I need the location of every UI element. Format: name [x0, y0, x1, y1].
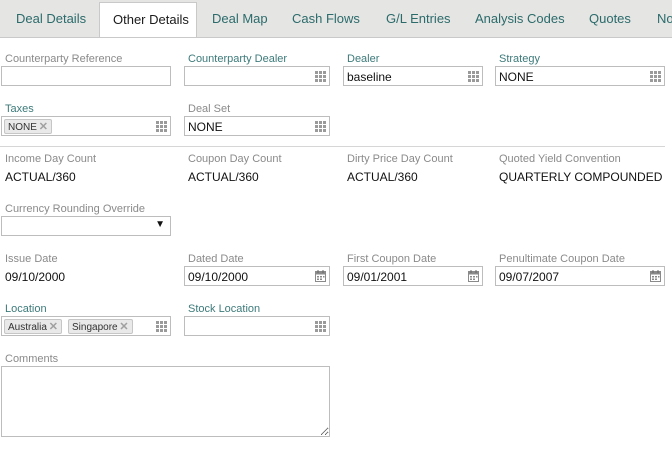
location-chip-australia: Australia ✕ — [4, 319, 62, 334]
location-input[interactable]: Australia ✕ Singapore ✕ — [1, 316, 171, 336]
comments-textarea[interactable] — [1, 366, 330, 437]
grid-lookup-icon[interactable] — [156, 121, 167, 132]
first-coupon-date-value: 09/01/2001 — [347, 270, 408, 284]
tab-other-details[interactable]: Other Details — [99, 2, 197, 37]
counterparty-reference-label: Counterparty Reference — [5, 53, 123, 65]
strategy-input[interactable]: NONE — [495, 66, 665, 86]
grid-lookup-icon[interactable] — [468, 71, 479, 82]
grid-lookup-icon[interactable] — [315, 71, 326, 82]
quoted-yield-convention-value: QUARTERLY COMPOUNDED — [499, 170, 663, 184]
penultimate-coupon-date-value: 09/07/2007 — [499, 270, 560, 284]
currency-rounding-override-select[interactable]: ▼ — [1, 216, 171, 236]
tab-gl-entries[interactable]: G/L Entries — [386, 0, 451, 37]
taxes-label[interactable]: Taxes — [5, 103, 34, 115]
dealer-label[interactable]: Dealer — [347, 53, 379, 65]
issue-date-value: 09/10/2000 — [5, 270, 66, 284]
penultimate-coupon-date-input[interactable]: 09/07/2007 — [495, 266, 665, 286]
taxes-input[interactable]: NONE ✕ — [1, 116, 171, 136]
penultimate-coupon-date-label: Penultimate Coupon Date — [499, 253, 625, 265]
location-chip-label: Singapore — [72, 322, 118, 333]
taxes-chip-label: NONE — [8, 122, 37, 133]
coupon-day-count-value: ACTUAL/360 — [188, 170, 259, 184]
remove-x-icon[interactable]: ✕ — [49, 320, 58, 335]
deal-set-input[interactable]: NONE — [184, 116, 330, 136]
dated-date-value: 09/10/2000 — [188, 270, 249, 284]
issue-date-label: Issue Date — [5, 253, 58, 265]
comments-label: Comments — [5, 353, 59, 365]
counterparty-reference-input[interactable] — [1, 66, 171, 86]
remove-x-icon[interactable]: ✕ — [119, 320, 128, 335]
grid-lookup-icon[interactable] — [315, 321, 326, 332]
strategy-label[interactable]: Strategy — [499, 53, 540, 65]
calendar-icon[interactable] — [468, 270, 479, 282]
currency-rounding-override-label: Currency Rounding Override — [5, 203, 146, 215]
dealer-input[interactable]: baseline — [343, 66, 483, 86]
dirty-price-day-count-label: Dirty Price Day Count — [347, 153, 453, 165]
stock-location-input[interactable] — [184, 316, 330, 336]
deal-set-label: Deal Set — [188, 103, 231, 115]
strategy-value: NONE — [499, 70, 534, 84]
location-label[interactable]: Location — [5, 303, 47, 315]
calendar-icon[interactable] — [315, 270, 326, 282]
counterparty-dealer-input[interactable] — [184, 66, 330, 86]
tab-notes-truncated[interactable]: No — [657, 0, 672, 37]
quoted-yield-convention-label: Quoted Yield Convention — [499, 153, 621, 165]
dealer-value: baseline — [347, 70, 392, 84]
tab-deal-details[interactable]: Deal Details — [16, 0, 86, 37]
stock-location-label[interactable]: Stock Location — [188, 303, 260, 315]
tab-analysis-codes[interactable]: Analysis Codes — [475, 0, 565, 37]
tab-quotes[interactable]: Quotes — [589, 0, 631, 37]
grid-lookup-icon[interactable] — [315, 121, 326, 132]
grid-lookup-icon[interactable] — [650, 71, 661, 82]
income-day-count-label: Income Day Count — [5, 153, 97, 165]
grid-lookup-icon[interactable] — [156, 321, 167, 332]
location-chip-label: Australia — [8, 322, 47, 333]
tab-cash-flows[interactable]: Cash Flows — [292, 0, 360, 37]
dirty-price-day-count-value: ACTUAL/360 — [347, 170, 418, 184]
dropdown-arrow-icon[interactable]: ▼ — [155, 219, 165, 230]
taxes-chip: NONE ✕ — [4, 119, 52, 134]
location-chip-singapore: Singapore ✕ — [68, 319, 133, 334]
deal-set-value: NONE — [188, 120, 223, 134]
first-coupon-date-label: First Coupon Date — [347, 253, 437, 265]
first-coupon-date-input[interactable]: 09/01/2001 — [343, 266, 483, 286]
tab-deal-map[interactable]: Deal Map — [212, 0, 268, 37]
coupon-day-count-label: Coupon Day Count — [188, 153, 282, 165]
tab-bar: Deal Details Other Details Deal Map Cash… — [0, 0, 672, 38]
calendar-icon[interactable] — [650, 270, 661, 282]
counterparty-dealer-label[interactable]: Counterparty Dealer — [188, 53, 287, 65]
remove-x-icon[interactable]: ✕ — [39, 120, 48, 135]
income-day-count-value: ACTUAL/360 — [5, 170, 76, 184]
dated-date-input[interactable]: 09/10/2000 — [184, 266, 330, 286]
dated-date-label: Dated Date — [188, 253, 244, 265]
section-divider — [0, 146, 665, 147]
